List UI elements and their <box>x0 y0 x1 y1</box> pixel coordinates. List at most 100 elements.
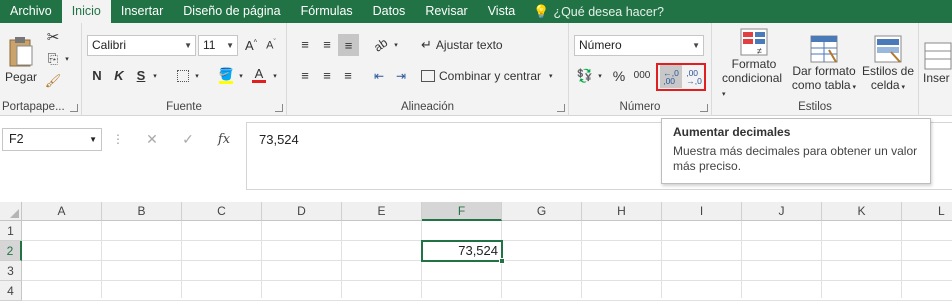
column-header-g[interactable]: G <box>502 202 582 221</box>
number-group-label: Número <box>619 101 661 113</box>
decrease-indent-button[interactable]: ⇤ <box>369 65 389 86</box>
fill-handle[interactable] <box>499 258 505 264</box>
tab-revisar[interactable]: Revisar <box>415 0 477 23</box>
format-as-table-button[interactable]: Dar formato como tabla ▾ <box>790 27 858 99</box>
tab-diseno-pagina[interactable]: Diseño de página <box>173 0 290 23</box>
orientation-dropdown[interactable]: ▾ <box>391 34 401 55</box>
grid-row[interactable] <box>22 261 952 281</box>
column-header-d[interactable]: D <box>262 202 342 221</box>
tell-me-label: ¿Qué desea hacer? <box>553 4 664 19</box>
tab-vista[interactable]: Vista <box>478 0 526 23</box>
column-header-a[interactable]: A <box>22 202 102 221</box>
column-header-c[interactable]: C <box>182 202 262 221</box>
clipboard-launcher[interactable] <box>70 104 78 112</box>
font-size-value: 11 <box>203 38 216 52</box>
insert-cells-button[interactable]: Inser <box>923 27 952 99</box>
grow-font-icon: A^ <box>245 38 257 53</box>
conditional-formatting-icon: ≠ <box>740 28 768 56</box>
comma-style-button[interactable]: 000 <box>631 65 653 86</box>
bold-button[interactable]: N <box>88 65 106 86</box>
tab-archivo[interactable]: Archivo <box>0 0 62 23</box>
underline-button[interactable]: S <box>132 65 150 86</box>
align-left-button[interactable]: ≡ <box>295 65 315 86</box>
cell-styles-button[interactable]: Estilos de celda ▾ <box>860 27 916 99</box>
number-format-combo[interactable]: Número ▼ <box>574 35 704 56</box>
align-bottom-button[interactable]: ≡ <box>338 34 359 56</box>
accounting-dropdown[interactable]: ▾ <box>595 65 605 86</box>
active-cell-f2[interactable]: 73,524 <box>421 240 503 262</box>
align-middle-button[interactable]: ≡ <box>317 34 337 55</box>
tab-datos[interactable]: Datos <box>363 0 416 23</box>
font-color-icon: A <box>254 66 264 81</box>
cells-group: Inser <box>919 23 952 116</box>
font-launcher[interactable] <box>275 104 283 112</box>
confirm-entry-button[interactable]: ✓ <box>176 128 200 151</box>
copy-icon: ⎘ <box>47 51 59 66</box>
align-right-button[interactable]: ≡ <box>338 65 358 86</box>
grow-font-button[interactable]: A^ <box>242 35 260 56</box>
cancel-entry-button[interactable]: ✕ <box>140 128 164 151</box>
italic-button[interactable]: K <box>110 65 128 86</box>
column-header-h[interactable]: H <box>582 202 662 221</box>
row-header-4[interactable]: 4 <box>0 281 22 301</box>
font-size-combo[interactable]: 11 ▼ <box>198 35 238 56</box>
name-box[interactable]: F2 ▼ <box>2 128 102 151</box>
column-header-k[interactable]: K <box>822 202 902 221</box>
scissors-icon: ✂ <box>46 29 60 46</box>
tab-insertar[interactable]: Insertar <box>111 0 173 23</box>
copy-dropdown[interactable]: ▾ <box>62 49 72 69</box>
tooltip-description: Muestra más decimales para obtener un va… <box>673 144 918 173</box>
copy-button[interactable]: ⎘ <box>44 49 62 69</box>
fill-color-dropdown[interactable]: ▾ <box>236 65 246 86</box>
paste-button[interactable]: Pegar <box>4 29 38 91</box>
column-header-b[interactable]: B <box>102 202 182 221</box>
column-header-j[interactable]: J <box>742 202 822 221</box>
grid-row[interactable] <box>22 281 952 301</box>
orientation-button[interactable]: ab <box>371 34 391 55</box>
merge-center-button[interactable]: Combinar y centrar ▾ <box>421 65 561 86</box>
font-color-button[interactable]: A <box>250 65 268 86</box>
decrease-decimal-button[interactable]: ,00 →,0 <box>683 65 705 88</box>
increase-decimal-button[interactable]: ←,0,00 <box>660 65 682 88</box>
conditional-formatting-button[interactable]: ≠ Formato condicional ▾ <box>722 27 786 99</box>
column-header-l[interactable]: L <box>902 202 952 221</box>
gridline <box>261 221 262 298</box>
wrap-text-button[interactable]: ↵ Ajustar texto <box>421 34 531 55</box>
chevron-down-icon: ▼ <box>89 135 97 144</box>
fill-color-button[interactable]: 🪣 <box>216 65 236 86</box>
styles-group-label: Estilos <box>798 101 832 113</box>
increase-indent-button[interactable]: ⇥ <box>391 65 411 86</box>
number-launcher[interactable] <box>700 104 708 112</box>
row-header-3[interactable]: 3 <box>0 261 22 281</box>
column-header-f[interactable]: F <box>422 202 502 221</box>
clipboard-group: Pegar ✂ ⎘ ▾ 🖌 Portapape... <box>0 23 82 116</box>
paste-label: Pegar <box>4 70 38 84</box>
borders-button[interactable] <box>174 65 192 86</box>
format-painter-button[interactable]: 🖌 <box>44 71 62 91</box>
row-header-2[interactable]: 2 <box>0 241 22 261</box>
merge-center-label: Combinar y centrar <box>439 68 542 83</box>
tab-inicio[interactable]: Inicio <box>61 0 111 23</box>
select-all-corner[interactable] <box>0 202 22 221</box>
font-name-combo[interactable]: Calibri ▼ <box>87 35 196 56</box>
percent-style-button[interactable]: % <box>609 65 629 86</box>
font-color-dropdown[interactable]: ▾ <box>270 65 280 86</box>
accounting-format-button[interactable]: 💱 <box>575 65 595 86</box>
alignment-launcher[interactable] <box>557 104 565 112</box>
cut-button[interactable]: ✂ <box>44 27 62 47</box>
align-center-button[interactable]: ≡ <box>317 65 337 86</box>
column-header-i[interactable]: I <box>662 202 742 221</box>
column-header-e[interactable]: E <box>342 202 422 221</box>
grid-row[interactable] <box>22 221 952 241</box>
row-header-1[interactable]: 1 <box>0 221 22 241</box>
align-top-button[interactable]: ≡ <box>295 34 315 55</box>
tell-me-search[interactable]: 💡 ¿Qué desea hacer? <box>533 4 664 20</box>
increase-decimal-tooltip: Aumentar decimales Muestra más decimales… <box>661 118 931 184</box>
shrink-font-button[interactable]: Aˇ <box>262 35 280 56</box>
svg-text:≠: ≠ <box>757 46 762 56</box>
function-icon: fx <box>217 132 231 147</box>
underline-dropdown[interactable]: ▾ <box>150 65 160 86</box>
insert-function-button[interactable]: fx <box>212 128 236 151</box>
tab-formulas[interactable]: Fórmulas <box>291 0 363 23</box>
borders-dropdown[interactable]: ▾ <box>192 65 202 86</box>
